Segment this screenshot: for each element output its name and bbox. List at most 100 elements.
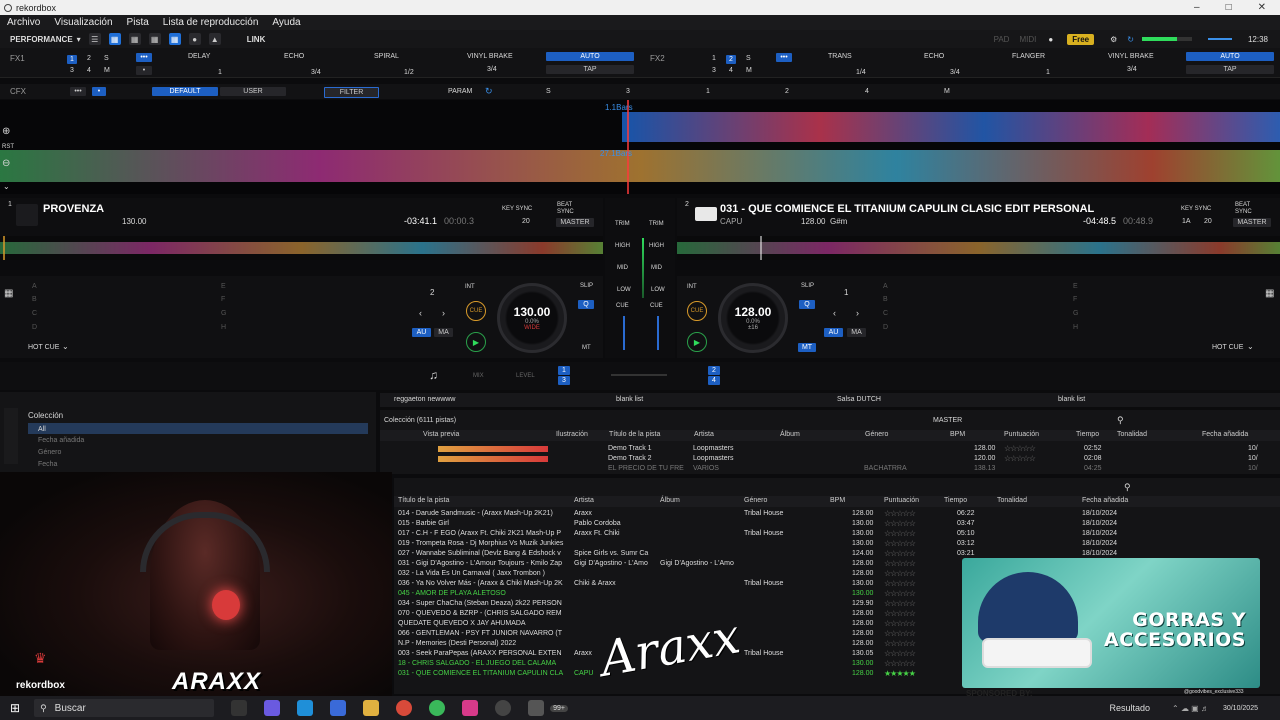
col-artist[interactable]: Artista (694, 431, 714, 438)
deck1-hotcue-label[interactable]: HOT CUE (28, 344, 59, 351)
midi-label[interactable]: MIDI (1019, 35, 1036, 44)
deck2-cue-button[interactable]: CUE (687, 301, 707, 321)
fx2-effect-2[interactable]: ECHO (924, 53, 944, 60)
windows-start-icon[interactable]: ⊞ (10, 701, 20, 715)
mode-selector[interactable]: PERFORMANCE (10, 35, 73, 44)
fx2-num-1[interactable]: 1 (712, 55, 716, 62)
deck2-beatsync[interactable]: BEAT SYNC (1235, 202, 1255, 216)
sync-icon[interactable]: ↻ (1127, 35, 1134, 44)
deck2-slip-label[interactable]: SLIP (801, 283, 814, 289)
fx2-num-3[interactable]: 3 (712, 67, 716, 74)
col-date[interactable]: Fecha añadida (1202, 431, 1248, 438)
obs-icon[interactable] (495, 700, 512, 716)
col-rating[interactable]: Puntuación (1004, 431, 1039, 438)
deck2-select-4[interactable]: 4 (708, 376, 720, 385)
playlist-row[interactable]: 014 - Darude Sandmusic - (Araxx Mash-Up … (394, 509, 1280, 519)
deck1-pad-e[interactable]: E (221, 283, 226, 290)
collection-header[interactable]: Colección (28, 411, 63, 420)
deck2-overview-waveform[interactable] (677, 236, 1280, 260)
deck1-beatsync[interactable]: BEAT SYNC (557, 202, 577, 216)
row-rating[interactable]: ☆☆☆☆☆ (884, 599, 916, 609)
fx1-effect-1[interactable]: DELAY (188, 53, 210, 60)
deck1-keysync[interactable]: KEY SYNC (502, 206, 532, 212)
chevron-down-icon[interactable]: ⌄ (1247, 342, 1254, 351)
close-button[interactable]: ✕ (1258, 2, 1266, 13)
cfx-num-m[interactable]: M (944, 88, 950, 95)
deck1-overview-waveform[interactable] (0, 236, 603, 260)
fx2-num-m[interactable]: M (746, 67, 752, 74)
fx2-num-s[interactable]: S (746, 55, 751, 62)
fx1-effect-3[interactable]: SPIRAL (374, 53, 399, 60)
col-preview[interactable]: Vista previa (423, 431, 459, 438)
store-icon[interactable] (330, 700, 347, 716)
deck2-au-button[interactable]: AU (824, 328, 843, 337)
fx1-effect-2[interactable]: ECHO (284, 53, 304, 60)
collection-master-label[interactable]: MASTER (933, 417, 962, 424)
hotcue-grid-icon[interactable]: ▦ (1265, 288, 1274, 299)
menu-visualizacion[interactable]: Visualización (54, 17, 112, 28)
pl-col-rating[interactable]: Puntuación (884, 497, 919, 504)
mixer-icon[interactable]: ▦ (168, 33, 181, 45)
reset-zoom-button[interactable]: RST (2, 144, 14, 150)
task-view-icon[interactable] (231, 700, 248, 716)
deck2-int-label[interactable]: INT (687, 284, 697, 290)
row-rating[interactable]: ★★★★★ (884, 669, 916, 679)
pad-label[interactable]: PAD (994, 35, 1010, 44)
minimize-button[interactable]: – (1194, 2, 1200, 13)
chevron-down-icon[interactable]: ⌄ (3, 182, 10, 191)
zoomed-waveforms[interactable]: 1.1Bars 27.1Bars ⊕ RST ⊖ ⌄ (0, 100, 1280, 194)
fx1-num-3[interactable]: 3 (70, 67, 74, 74)
deck2-pad-h[interactable]: H (1073, 324, 1078, 331)
cfx-num-s[interactable]: S (546, 88, 551, 95)
tree-item-all[interactable]: All (28, 423, 368, 434)
channel-fader-2[interactable] (657, 316, 659, 350)
cfx-toggle[interactable]: • (92, 87, 106, 96)
deck-4-icon[interactable]: ▦ (128, 33, 141, 45)
fx2-tap-button[interactable]: TAP (1186, 65, 1274, 74)
fx1-num-4[interactable]: 4 (87, 67, 91, 74)
mixer-cue-1[interactable]: CUE (616, 303, 629, 309)
pl-col-key[interactable]: Tonalidad (997, 497, 1027, 504)
channel-fader-1[interactable] (623, 316, 625, 350)
taskbar-search[interactable]: ⚲ Buscar (34, 699, 215, 717)
deck2-pad-g[interactable]: G (1073, 310, 1078, 317)
row-rating[interactable]: ☆☆☆☆☆ (884, 509, 916, 519)
pl-col-genre[interactable]: Género (744, 497, 767, 504)
deck2-pad-f[interactable]: F (1073, 296, 1077, 303)
deck2-pad-b[interactable]: B (883, 296, 888, 303)
collection-row[interactable]: Demo Track 1 Loopmasters 128.00 ☆☆☆☆☆ 02… (380, 444, 1280, 454)
zoom-in-icon[interactable]: ⊕ (2, 126, 10, 137)
tab-reggaeton[interactable]: reggaeton newwww (394, 396, 455, 403)
result-label[interactable]: Resultado (1109, 703, 1150, 713)
row-rating[interactable]: ☆☆☆☆☆ (884, 609, 916, 619)
fx2-auto-button[interactable]: AUTO (1186, 52, 1274, 61)
tiktok-icon[interactable] (462, 700, 479, 716)
row-rating[interactable]: ☆☆☆☆☆ (884, 549, 916, 559)
fx1-tap-button[interactable]: TAP (546, 65, 634, 74)
deck1-pad-g[interactable]: G (221, 310, 226, 317)
deck2-master-button[interactable]: MASTER (1233, 218, 1271, 227)
pl-col-time[interactable]: Tiempo (944, 497, 967, 504)
free-plan-badge[interactable]: Free (1067, 33, 1095, 45)
taskbar-date[interactable]: 30/10/2025 (1223, 705, 1258, 712)
tab-salsa-dutch[interactable]: Salsa DUTCH (837, 396, 881, 403)
col-artwork[interactable]: Ilustración (556, 431, 588, 438)
menu-ayuda[interactable]: Ayuda (272, 17, 300, 28)
deck2-pad-d[interactable]: D (883, 324, 888, 331)
deck1-int-label[interactable]: INT (465, 284, 475, 290)
col-album[interactable]: Álbum (780, 431, 800, 438)
deck2-loop-next[interactable]: › (856, 308, 859, 318)
row-rating[interactable]: ☆☆☆☆☆ (884, 629, 916, 639)
notification-badge[interactable]: 99+ (550, 704, 568, 712)
link-button[interactable]: LINK (247, 35, 266, 44)
deck1-mt-label[interactable]: MT (582, 345, 591, 351)
deck1-ma-button[interactable]: MA (434, 328, 453, 337)
pl-col-artist[interactable]: Artista (574, 497, 594, 504)
fx1-auto-button[interactable]: AUTO (546, 52, 634, 61)
menu-archivo[interactable]: Archivo (7, 17, 40, 28)
playlist-row[interactable]: 019 - Trompeta Rosa - Dj Morphius Vs Muz… (394, 539, 1280, 549)
tab-blank-list-1[interactable]: blank list (616, 396, 643, 403)
row-rating[interactable]: ☆☆☆☆☆ (884, 639, 916, 649)
fx1-num-1[interactable]: 1 (67, 55, 77, 64)
chevron-down-icon[interactable]: ▾ (77, 35, 81, 44)
